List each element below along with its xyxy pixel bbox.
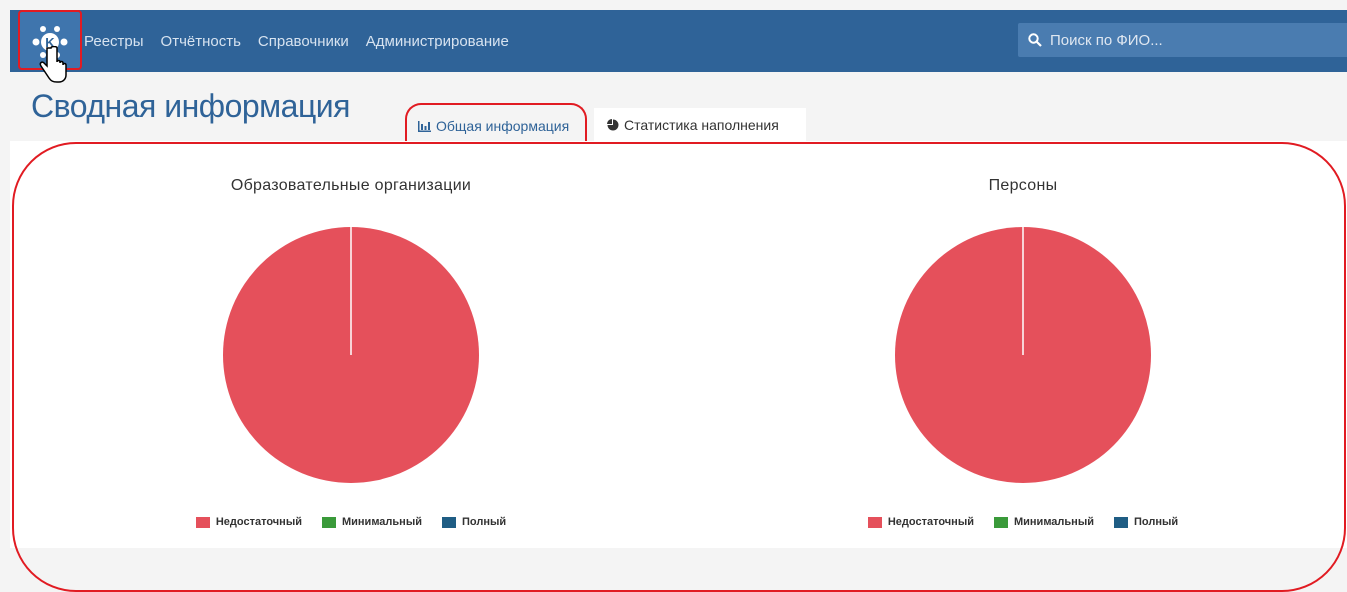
tab-fill-statistics[interactable]: Статистика наполнения xyxy=(594,108,806,141)
chart-legend: Недостаточный Минимальный Полный xyxy=(31,516,671,528)
legend-label: Недостаточный xyxy=(215,516,302,528)
legend-item-insufficient[interactable]: Недостаточный xyxy=(867,516,974,528)
legend-swatch xyxy=(993,516,1008,528)
search-box[interactable] xyxy=(1018,23,1347,57)
tab-general-info[interactable]: Общая информация xyxy=(405,103,587,143)
pie-chart xyxy=(895,227,1151,483)
legend-item-minimal[interactable]: Минимальный xyxy=(321,516,422,528)
nav-administration[interactable]: Администрирование xyxy=(366,33,509,50)
legend-label: Минимальный xyxy=(1013,516,1094,528)
nav-reports[interactable]: Отчётность xyxy=(161,33,241,50)
bar-chart-icon xyxy=(418,120,431,132)
nav-reference-books[interactable]: Справочники xyxy=(258,33,349,50)
legend-item-full[interactable]: Полный xyxy=(441,516,507,528)
legend-swatch xyxy=(1113,516,1128,528)
nav-registries[interactable]: Реестры xyxy=(84,33,144,50)
legend-item-minimal[interactable]: Минимальный xyxy=(993,516,1094,528)
legend-swatch xyxy=(867,516,882,528)
top-navbar: K Реестры Отчётность Справочники Админис… xyxy=(10,10,1347,83)
legend-item-full[interactable]: Полный xyxy=(1113,516,1179,528)
legend-label: Недостаточный xyxy=(887,516,974,528)
legend-swatch xyxy=(321,516,336,528)
legend-item-insufficient[interactable]: Недостаточный xyxy=(195,516,302,528)
chart-legend: Недостаточный Минимальный Полный xyxy=(703,516,1343,528)
pie-chart-icon xyxy=(607,118,619,130)
chart-title: Персоны xyxy=(988,177,1058,194)
tab-general-info-label: Общая информация xyxy=(436,118,570,134)
tab-fill-statistics-label: Статистика наполнения xyxy=(624,116,779,133)
legend-label: Полный xyxy=(461,516,507,528)
legend-swatch xyxy=(195,516,210,528)
legend-swatch xyxy=(441,516,456,528)
chart-title: Образовательные организации xyxy=(230,177,472,194)
chart-persons: Персоны Недостаточный Минимальный Полный xyxy=(703,141,1343,548)
search-input[interactable] xyxy=(1048,30,1332,50)
search-icon xyxy=(1028,33,1042,47)
main-nav: Реестры Отчётность Справочники Администр… xyxy=(84,10,526,72)
legend-label: Полный xyxy=(1133,516,1179,528)
pie-chart xyxy=(223,227,479,483)
hand-cursor-icon xyxy=(39,46,67,83)
legend-label: Минимальный xyxy=(341,516,422,528)
page-title: Сводная информация xyxy=(31,88,351,124)
chart-organizations: Образовательные организации Недостаточны… xyxy=(31,141,671,548)
